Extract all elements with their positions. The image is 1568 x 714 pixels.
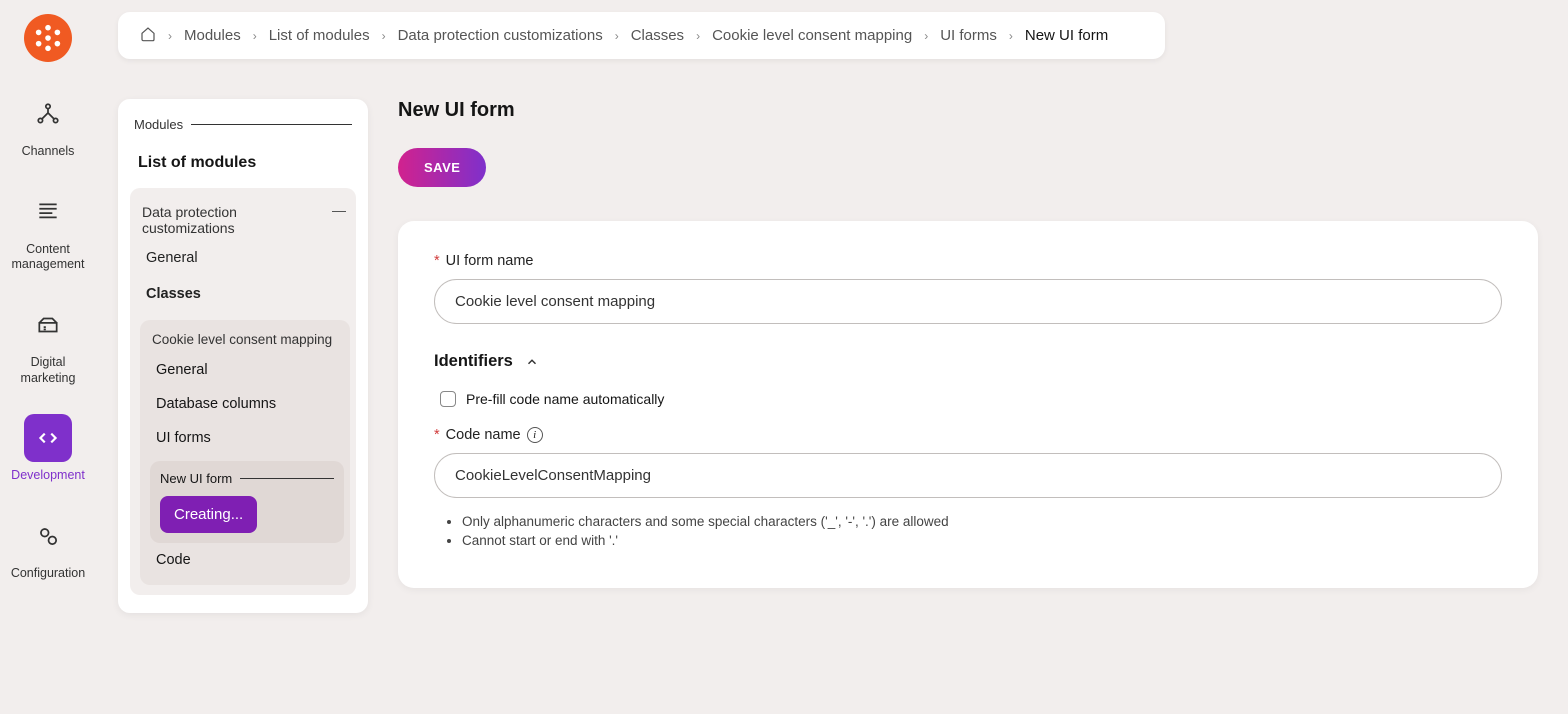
main-sidebar: Channels Content management Digital mark… (0, 0, 96, 714)
nav-label: Digital marketing (8, 355, 88, 386)
breadcrumb-item[interactable]: List of modules (269, 27, 370, 44)
configuration-icon (35, 523, 61, 549)
chevron-right-icon: › (1009, 29, 1013, 43)
panel-heading: Modules (130, 117, 356, 132)
save-button[interactable]: SAVE (398, 148, 486, 187)
breadcrumb-item[interactable]: Cookie level consent mapping (712, 27, 912, 44)
identifiers-section-header[interactable]: Identifiers (434, 352, 1502, 371)
channels-icon (35, 101, 61, 127)
chevron-right-icon: › (696, 29, 700, 43)
collapse-icon (332, 211, 346, 212)
prefill-checkbox[interactable] (440, 391, 456, 407)
nav-configuration[interactable]: Configuration (8, 512, 88, 582)
nav-label: Development (11, 468, 85, 484)
required-marker: * (434, 253, 440, 269)
development-icon (35, 425, 61, 451)
form-card: * UI form name Identifiers Pre-fill code … (398, 221, 1538, 588)
page-title: New UI form (398, 99, 1538, 122)
breadcrumb: › Modules › List of modules › Data prote… (118, 12, 1165, 59)
nav-content-management[interactable]: Content management (8, 188, 88, 273)
creating-button[interactable]: Creating... (160, 496, 257, 533)
marketing-icon (35, 312, 61, 338)
tree-new-ui-form: New UI form (160, 471, 334, 486)
nav-development[interactable]: Development (8, 414, 88, 484)
breadcrumb-item[interactable]: Classes (631, 27, 684, 44)
tree-label: Data protection customizations (142, 204, 332, 236)
hint-item: Only alphanumeric characters and some sp… (462, 514, 1502, 529)
tree-label: New UI form (160, 471, 232, 486)
modules-panel: Modules List of modules Data protection … (118, 99, 368, 613)
code-name-hints: Only alphanumeric characters and some sp… (462, 514, 1502, 548)
tree-code[interactable]: Code (150, 543, 344, 577)
chevron-right-icon: › (253, 29, 257, 43)
prefill-label: Pre-fill code name automatically (466, 391, 664, 407)
breadcrumb-item[interactable]: Data protection customizations (398, 27, 603, 44)
breadcrumb-item[interactable]: UI forms (940, 27, 997, 44)
tree-data-protection[interactable]: Data protection customizations (140, 198, 350, 240)
home-icon[interactable] (140, 26, 156, 45)
breadcrumb-item[interactable]: Modules (184, 27, 241, 44)
content-icon (35, 199, 61, 225)
label-text: Code name (446, 427, 521, 443)
required-marker: * (434, 427, 440, 443)
nav-label: Channels (22, 144, 75, 160)
chevron-up-icon (525, 355, 539, 369)
tree-database-columns[interactable]: Database columns (150, 387, 344, 421)
tree-ui-forms[interactable]: UI forms (150, 421, 344, 455)
code-name-input[interactable] (434, 453, 1502, 498)
ui-form-name-input[interactable] (434, 279, 1502, 324)
tree-list-of-modules[interactable]: List of modules (130, 146, 356, 182)
tree-general[interactable]: General (140, 240, 350, 276)
tree-classes[interactable]: Classes (140, 276, 350, 312)
tree-inner-general[interactable]: General (150, 353, 344, 387)
logo[interactable] (24, 14, 72, 62)
tree-cookie-level[interactable]: Cookie level consent mapping (150, 328, 344, 353)
logo-icon (33, 23, 63, 53)
nav-digital-marketing[interactable]: Digital marketing (8, 301, 88, 386)
code-name-label: * Code name i (434, 427, 1502, 443)
hint-item: Cannot start or end with '.' (462, 533, 1502, 548)
prefill-checkbox-row: Pre-fill code name automatically (434, 391, 1502, 407)
label-text: UI form name (446, 253, 534, 269)
ui-form-name-label: * UI form name (434, 253, 1502, 269)
chevron-right-icon: › (924, 29, 928, 43)
chevron-right-icon: › (168, 29, 172, 43)
section-title: Identifiers (434, 352, 513, 371)
nav-channels[interactable]: Channels (8, 90, 88, 160)
nav-label: Content management (8, 242, 88, 273)
chevron-right-icon: › (382, 29, 386, 43)
nav-label: Configuration (11, 566, 85, 582)
breadcrumb-item-current: New UI form (1025, 27, 1108, 44)
tree-label: Cookie level consent mapping (152, 332, 332, 347)
info-icon[interactable]: i (527, 427, 543, 443)
chevron-right-icon: › (615, 29, 619, 43)
